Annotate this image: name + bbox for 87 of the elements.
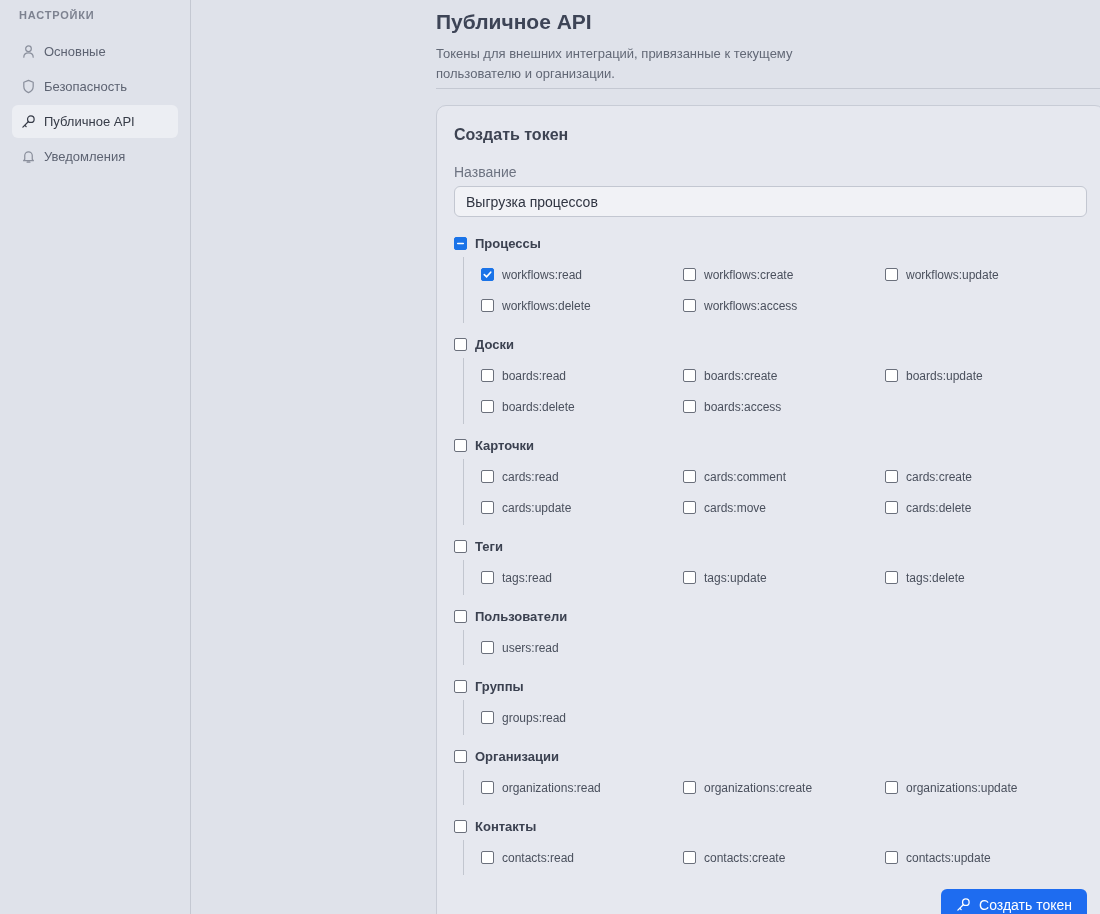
user-icon (21, 44, 36, 59)
bell-icon (21, 149, 36, 164)
group-label: Доски (475, 336, 514, 352)
group-label: Организации (475, 748, 560, 764)
name-input-field[interactable]: Выгрузка процессов (454, 186, 1087, 217)
scope-label: cards:read (502, 469, 559, 484)
scope-checkbox[interactable] (683, 781, 696, 794)
scope-label: tags:delete (906, 570, 965, 585)
scope-label: cards:comment (704, 469, 787, 484)
scope-checkbox[interactable] (683, 268, 696, 281)
scope-label: workflows:delete (502, 298, 591, 313)
group-checkbox[interactable] (454, 438, 467, 452)
scope-label: cards:delete (906, 500, 972, 515)
shield-icon (21, 79, 36, 94)
group-label: Группы (475, 678, 524, 694)
page-description: Токены для внешних интеграций, привязанные к текущему пользователю и организации. (436, 45, 794, 83)
scope-label: users:read (502, 640, 559, 655)
scope-label: tags:update (704, 570, 767, 585)
scope-label: workflows:update (906, 267, 999, 282)
scope-label: boards:read (502, 368, 567, 383)
scope-label: boards:delete (502, 399, 575, 414)
scope-label: organizations:read (502, 780, 601, 795)
sidebar-item[interactable]: Уведомления (12, 140, 178, 173)
scope-checkbox[interactable] (885, 781, 898, 794)
scope-checkbox[interactable] (683, 400, 696, 413)
field-label: Название (454, 164, 518, 180)
scope-checkbox[interactable] (683, 470, 696, 483)
checkmark-icon (482, 269, 493, 280)
create-token-button[interactable]: Создать токен (941, 889, 1087, 914)
group-checkbox[interactable] (454, 539, 467, 553)
scope-label: workflows:access (704, 298, 798, 313)
group-label: Пользователи (475, 608, 568, 624)
scope-label: workflows:create (704, 267, 794, 282)
scope-checkbox[interactable] (683, 369, 696, 382)
scope-label: tags:read (502, 570, 553, 585)
key-icon (21, 114, 36, 129)
scope-checkbox[interactable] (481, 400, 494, 413)
sidebar-item[interactable]: Безопасность (12, 70, 178, 103)
scope-label: cards:create (906, 469, 973, 484)
scope-checkbox[interactable] (481, 711, 494, 724)
scope-checkbox[interactable] (683, 571, 696, 584)
scope-label: boards:update (906, 368, 983, 383)
scope-label: contacts:read (502, 850, 575, 865)
sidebar-heading: НАСТРОЙКИ (18, 8, 96, 23)
scope-label: organizations:update (906, 780, 1018, 795)
scope-checkbox[interactable] (885, 501, 898, 514)
scope-label: contacts:update (906, 850, 991, 865)
group-checkbox[interactable] (454, 679, 467, 693)
scope-checkbox[interactable] (885, 470, 898, 483)
scope-checkbox[interactable] (481, 268, 494, 281)
scope-checkbox[interactable] (885, 268, 898, 281)
key-icon (956, 897, 972, 912)
scope-label: cards:update (502, 500, 572, 515)
sidebar-item[interactable]: Основные (12, 35, 178, 68)
group-checkbox[interactable] (454, 609, 467, 623)
scope-label: boards:access (704, 399, 782, 414)
scope-checkbox[interactable] (683, 501, 696, 514)
scope-checkbox[interactable] (481, 299, 494, 312)
group-checkbox[interactable] (454, 236, 467, 250)
sidebar-item[interactable]: Публичное API (12, 105, 178, 138)
scope-label: boards:create (704, 368, 778, 383)
scope-checkbox[interactable] (481, 470, 494, 483)
scope-checkbox[interactable] (481, 571, 494, 584)
scope-checkbox[interactable] (683, 851, 696, 864)
group-label: Теги (475, 538, 503, 554)
scope-label: cards:move (704, 500, 767, 515)
group-checkbox[interactable] (454, 819, 467, 833)
scope-checkbox[interactable] (481, 851, 494, 864)
scope-label: groups:read (502, 710, 567, 725)
scope-checkbox[interactable] (481, 501, 494, 514)
scope-checkbox[interactable] (481, 641, 494, 654)
scope-checkbox[interactable] (481, 369, 494, 382)
group-label: Процессы (475, 235, 541, 251)
scope-checkbox[interactable] (885, 571, 898, 584)
scope-checkbox[interactable] (481, 781, 494, 794)
scope-checkbox[interactable] (683, 299, 696, 312)
page-title: Публичное API (436, 10, 593, 34)
group-label: Контакты (475, 818, 537, 834)
group-checkbox[interactable] (454, 337, 467, 351)
scope-label: contacts:create (704, 850, 786, 865)
scope-label: organizations:create (704, 780, 813, 795)
group-checkbox[interactable] (454, 749, 467, 763)
scope-label: workflows:read (502, 267, 583, 282)
scope-checkbox[interactable] (885, 851, 898, 864)
card-title: Создать токен (454, 126, 570, 144)
group-label: Карточки (475, 437, 534, 453)
scope-checkbox[interactable] (885, 369, 898, 382)
